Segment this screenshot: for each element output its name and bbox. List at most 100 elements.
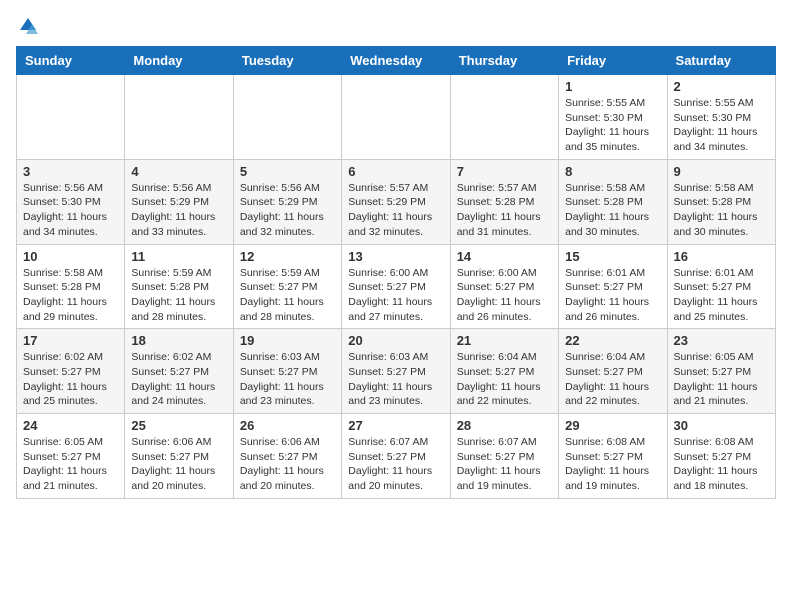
calendar-cell: 11 Sunrise: 5:59 AM Sunset: 5:28 PM Dayli… [125,244,233,329]
day-number: 11 [131,249,226,264]
calendar-cell: 13Sunrise: 6:00 AM Sunset: 5:27 PM Dayli… [342,244,450,329]
day-number: 10 [23,249,118,264]
calendar-week-row: 1 Sunrise: 5:55 AM Sunset: 5:30 PM Daylig… [17,75,776,160]
day-info: Sunrise: 6:02 AM Sunset: 5:27 PM Dayligh… [23,350,118,409]
day-number: 18 [131,333,226,348]
calendar-cell: 20 Sunrise: 6:03 AM Sunset: 5:27 PM Dayli… [342,329,450,414]
calendar-cell: 6 Sunrise: 5:57 AM Sunset: 5:29 PM Daylig… [342,159,450,244]
calendar-cell: 25 Sunrise: 6:06 AM Sunset: 5:27 PM Dayli… [125,414,233,499]
calendar-cell: 1 Sunrise: 5:55 AM Sunset: 5:30 PM Daylig… [559,75,667,160]
calendar-cell: 18 Sunrise: 6:02 AM Sunset: 5:27 PM Dayli… [125,329,233,414]
calendar-cell: 2 Sunrise: 5:55 AM Sunset: 5:30 PM Daylig… [667,75,775,160]
day-number: 16 [674,249,769,264]
calendar-cell [17,75,125,160]
calendar-cell: 22 Sunrise: 6:04 AM Sunset: 5:27 PM Dayli… [559,329,667,414]
calendar-cell: 30 Sunrise: 6:08 AM Sunset: 5:27 PM Dayli… [667,414,775,499]
day-header-saturday: Saturday [667,47,775,75]
day-info: Sunrise: 6:02 AM Sunset: 5:27 PM Dayligh… [131,350,226,409]
day-info: Sunrise: 6:08 AM Sunset: 5:27 PM Dayligh… [674,435,769,494]
day-number: 28 [457,418,552,433]
day-number: 27 [348,418,443,433]
day-info: Sunrise: 6:06 AM Sunset: 5:27 PM Dayligh… [131,435,226,494]
day-number: 22 [565,333,660,348]
day-number: 30 [674,418,769,433]
day-info: Sunrise: 6:04 AM Sunset: 5:27 PM Dayligh… [457,350,552,409]
day-info: Sunrise: 6:00 AM Sunset: 5:27 PM Dayligh… [348,266,443,325]
day-number: 4 [131,164,226,179]
day-number: 15 [565,249,660,264]
day-number: 5 [240,164,335,179]
calendar-header-row: SundayMondayTuesdayWednesdayThursdayFrid… [17,47,776,75]
day-info: Sunrise: 6:04 AM Sunset: 5:27 PM Dayligh… [565,350,660,409]
day-info: Sunrise: 5:59 AM Sunset: 5:28 PM Dayligh… [131,266,226,325]
day-info: Sunrise: 6:08 AM Sunset: 5:27 PM Dayligh… [565,435,660,494]
calendar-week-row: 17 Sunrise: 6:02 AM Sunset: 5:27 PM Dayli… [17,329,776,414]
calendar-cell: 5 Sunrise: 5:56 AM Sunset: 5:29 PM Daylig… [233,159,341,244]
calendar-cell: 17 Sunrise: 6:02 AM Sunset: 5:27 PM Dayli… [17,329,125,414]
calendar-cell [233,75,341,160]
day-info: Sunrise: 5:55 AM Sunset: 5:30 PM Dayligh… [565,96,660,155]
calendar-cell: 21 Sunrise: 6:04 AM Sunset: 5:27 PM Dayli… [450,329,558,414]
day-number: 14 [457,249,552,264]
day-number: 7 [457,164,552,179]
calendar-cell: 26Sunrise: 6:06 AM Sunset: 5:27 PM Dayli… [233,414,341,499]
day-number: 24 [23,418,118,433]
calendar-cell: 23Sunrise: 6:05 AM Sunset: 5:27 PM Dayli… [667,329,775,414]
calendar-cell [342,75,450,160]
day-info: Sunrise: 6:03 AM Sunset: 5:27 PM Dayligh… [348,350,443,409]
day-header-tuesday: Tuesday [233,47,341,75]
day-header-sunday: Sunday [17,47,125,75]
day-info: Sunrise: 5:58 AM Sunset: 5:28 PM Dayligh… [23,266,118,325]
calendar-cell: 9 Sunrise: 5:58 AM Sunset: 5:28 PM Daylig… [667,159,775,244]
calendar-week-row: 24 Sunrise: 6:05 AM Sunset: 5:27 PM Dayli… [17,414,776,499]
day-number: 17 [23,333,118,348]
calendar-cell: 12 Sunrise: 5:59 AM Sunset: 5:27 PM Dayli… [233,244,341,329]
calendar-cell: 15 Sunrise: 6:01 AM Sunset: 5:27 PM Dayli… [559,244,667,329]
calendar-cell [125,75,233,160]
day-info: Sunrise: 6:01 AM Sunset: 5:27 PM Dayligh… [674,266,769,325]
day-number: 21 [457,333,552,348]
day-info: Sunrise: 6:07 AM Sunset: 5:27 PM Dayligh… [457,435,552,494]
day-number: 9 [674,164,769,179]
day-number: 20 [348,333,443,348]
day-header-monday: Monday [125,47,233,75]
day-number: 6 [348,164,443,179]
calendar-table: SundayMondayTuesdayWednesdayThursdayFrid… [16,46,776,499]
calendar-cell: 24 Sunrise: 6:05 AM Sunset: 5:27 PM Dayli… [17,414,125,499]
day-number: 8 [565,164,660,179]
day-info: Sunrise: 5:58 AM Sunset: 5:28 PM Dayligh… [565,181,660,240]
day-info: Sunrise: 6:05 AM Sunset: 5:27 PM Dayligh… [23,435,118,494]
day-number: 12 [240,249,335,264]
calendar-week-row: 10 Sunrise: 5:58 AM Sunset: 5:28 PM Dayli… [17,244,776,329]
calendar-cell: 29 Sunrise: 6:08 AM Sunset: 5:27 PM Dayli… [559,414,667,499]
day-info: Sunrise: 5:56 AM Sunset: 5:29 PM Dayligh… [131,181,226,240]
day-number: 25 [131,418,226,433]
day-header-friday: Friday [559,47,667,75]
logo-icon [18,16,38,36]
day-number: 29 [565,418,660,433]
day-info: Sunrise: 5:56 AM Sunset: 5:29 PM Dayligh… [240,181,335,240]
calendar-cell: 3 Sunrise: 5:56 AM Sunset: 5:30 PM Daylig… [17,159,125,244]
day-number: 2 [674,79,769,94]
day-info: Sunrise: 5:58 AM Sunset: 5:28 PM Dayligh… [674,181,769,240]
day-info: Sunrise: 5:57 AM Sunset: 5:29 PM Dayligh… [348,181,443,240]
page-header [16,16,776,36]
day-info: Sunrise: 6:07 AM Sunset: 5:27 PM Dayligh… [348,435,443,494]
day-info: Sunrise: 6:00 AM Sunset: 5:27 PM Dayligh… [457,266,552,325]
day-info: Sunrise: 5:56 AM Sunset: 5:30 PM Dayligh… [23,181,118,240]
logo [16,16,38,36]
calendar-cell: 10 Sunrise: 5:58 AM Sunset: 5:28 PM Dayli… [17,244,125,329]
day-info: Sunrise: 5:55 AM Sunset: 5:30 PM Dayligh… [674,96,769,155]
day-number: 1 [565,79,660,94]
calendar-cell: 16 Sunrise: 6:01 AM Sunset: 5:27 PM Dayli… [667,244,775,329]
day-header-thursday: Thursday [450,47,558,75]
calendar-cell: 4 Sunrise: 5:56 AM Sunset: 5:29 PM Daylig… [125,159,233,244]
day-info: Sunrise: 6:01 AM Sunset: 5:27 PM Dayligh… [565,266,660,325]
calendar-cell: 28 Sunrise: 6:07 AM Sunset: 5:27 PM Dayli… [450,414,558,499]
calendar-cell: 8 Sunrise: 5:58 AM Sunset: 5:28 PM Daylig… [559,159,667,244]
day-number: 19 [240,333,335,348]
day-number: 3 [23,164,118,179]
day-info: Sunrise: 5:57 AM Sunset: 5:28 PM Dayligh… [457,181,552,240]
day-info: Sunrise: 5:59 AM Sunset: 5:27 PM Dayligh… [240,266,335,325]
calendar-cell: 27 Sunrise: 6:07 AM Sunset: 5:27 PM Dayli… [342,414,450,499]
